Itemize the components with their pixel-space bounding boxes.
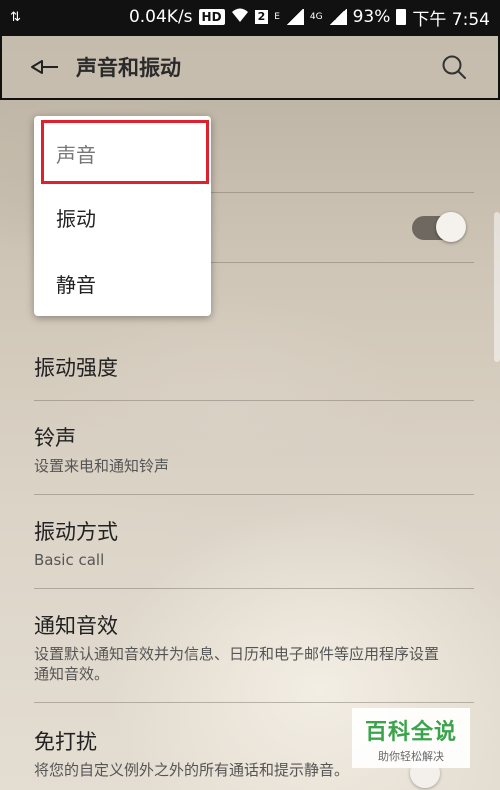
vibrate-toggle[interactable] [410, 212, 466, 242]
status-bar: ⇅ 0.04K/s HD 2 E 4G 93% 下午 7:54 [0, 0, 500, 34]
divider [34, 702, 474, 703]
row-subtitle: 设置默认通知音效并为信息、日历和电子邮件等应用程序设置通知音效。 [34, 645, 440, 683]
sound-mode-menu: 声音 振动 静音 [34, 116, 211, 316]
row-title: 铃声 [34, 426, 76, 450]
setting-do-not-disturb[interactable]: 免打扰 将您的自定义例外之外的所有通话和提示静音。 [0, 726, 390, 780]
watermark-main: 百科全说 [364, 720, 457, 745]
setting-vibration-pattern[interactable]: 振动方式 Basic call [0, 516, 474, 570]
hd-badge: HD [198, 9, 225, 25]
clock: 下午 7:54 [412, 9, 490, 30]
search-icon[interactable] [434, 47, 474, 87]
e-network-label: E [274, 12, 280, 22]
sim-badge: 2 [254, 10, 269, 24]
wifi-icon [231, 7, 249, 28]
menu-item-mute[interactable]: 静音 [34, 250, 211, 316]
row-subtitle: 设置来电和通知铃声 [34, 457, 170, 475]
data-transfer-icon: ⇅ [10, 9, 21, 25]
signal-icon-2 [328, 9, 347, 25]
row-subtitle: Basic call [34, 551, 105, 569]
toggle-thumb [436, 212, 466, 242]
watermark-sub: 助你轻松解决 [378, 750, 444, 763]
setting-ringtone[interactable]: 铃声 设置来电和通知铃声 [0, 422, 474, 476]
divider [34, 588, 474, 589]
row-title: 免打扰 [34, 730, 97, 754]
app-bar: 声音和振动 [0, 34, 500, 100]
signal-icon [285, 9, 304, 25]
divider [34, 400, 474, 401]
scrollbar[interactable] [494, 212, 500, 362]
battery-percent: 93% [352, 7, 391, 27]
menu-item-sound[interactable]: 声音 [34, 120, 211, 186]
row-title: 振动强度 [34, 356, 118, 380]
row-title: 振动方式 [34, 520, 118, 544]
battery-icon [396, 9, 407, 25]
menu-item-vibrate[interactable]: 振动 [34, 184, 211, 250]
row-title: 通知音效 [34, 614, 118, 638]
net-speed: 0.04K/s [128, 7, 193, 27]
back-arrow-icon[interactable] [20, 47, 70, 87]
row-subtitle: 将您的自定义例外之外的所有通话和提示静音。 [34, 761, 350, 779]
4g-label: 4G [309, 12, 323, 22]
page-title: 声音和振动 [76, 56, 181, 80]
setting-vibration-strength[interactable]: 振动强度 [0, 352, 474, 382]
watermark-logo: 百科全说 助你轻松解决 [352, 708, 470, 768]
divider [34, 494, 474, 495]
setting-notification-sound[interactable]: 通知音效 设置默认通知音效并为信息、日历和电子邮件等应用程序设置通知音效。 [0, 610, 474, 684]
